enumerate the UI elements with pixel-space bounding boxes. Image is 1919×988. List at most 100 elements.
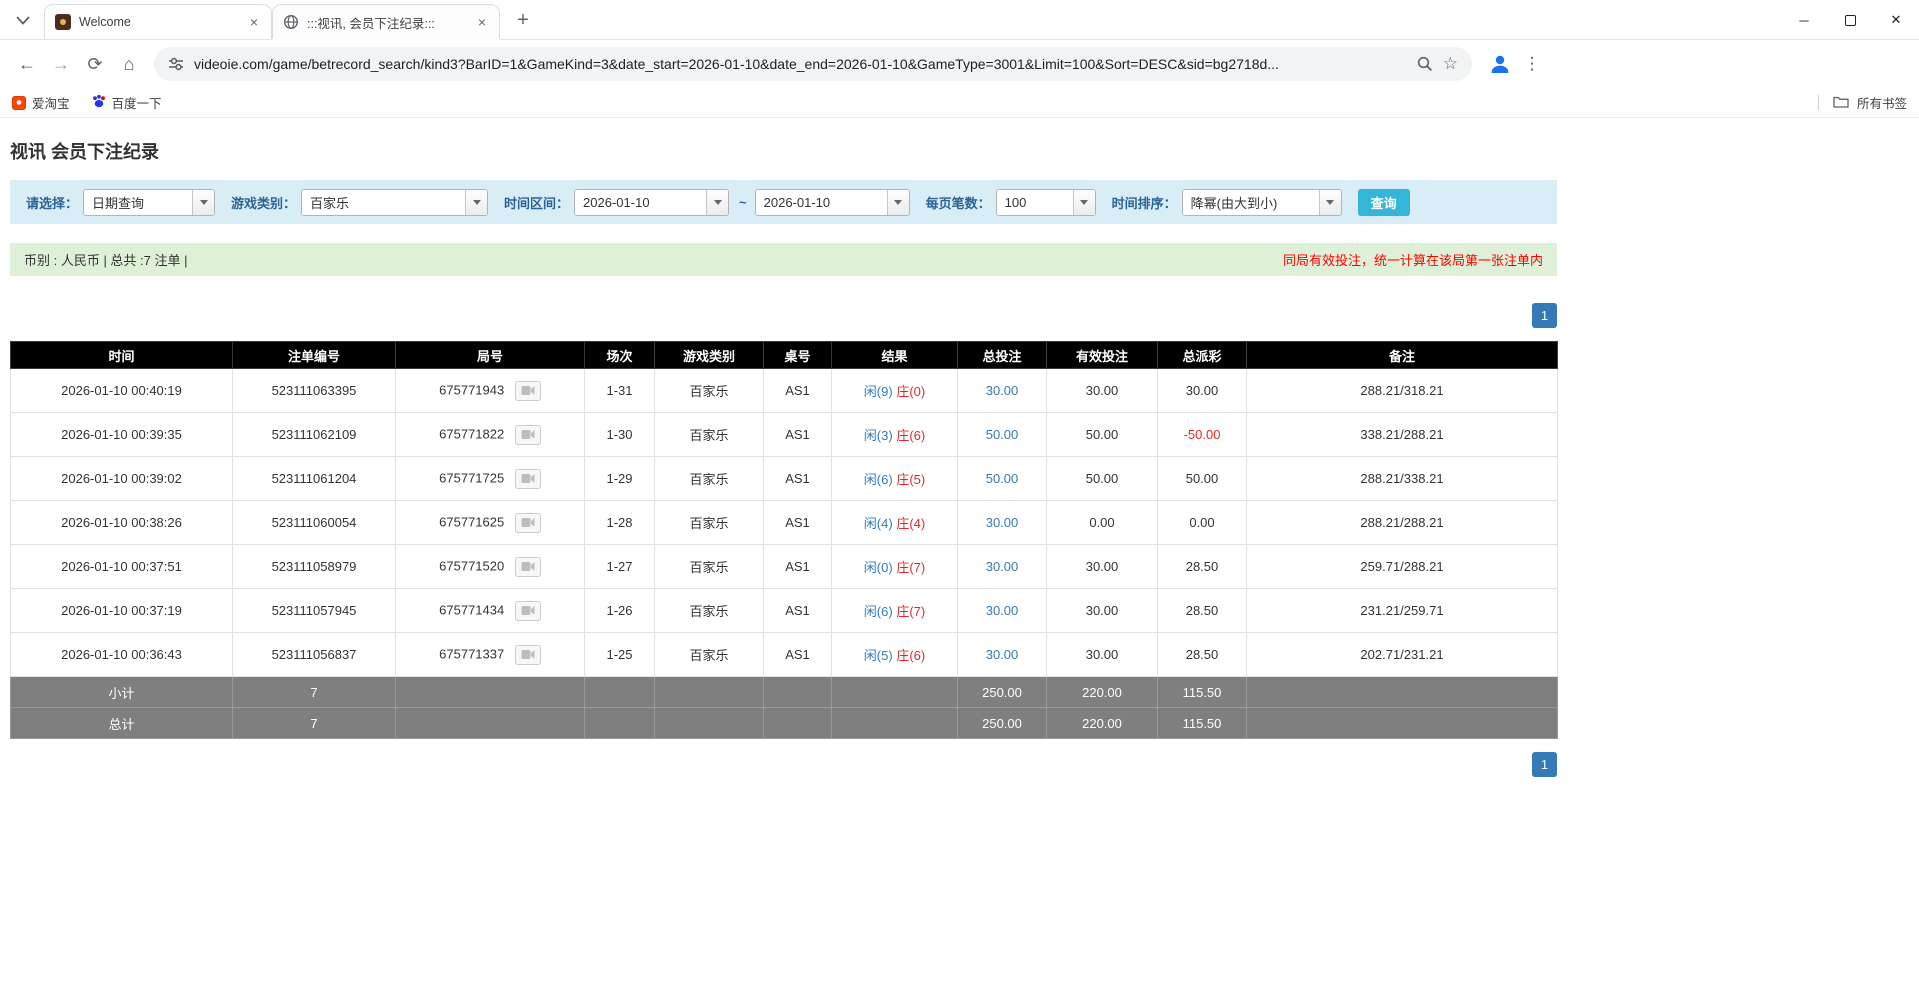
cell-round-no: 675771434 bbox=[396, 589, 585, 633]
result-player: 闲(6) bbox=[864, 472, 893, 487]
total-bet-link[interactable]: 30.00 bbox=[986, 559, 1019, 574]
browser-tab-betrecord[interactable]: :::视讯, 会员下注纪录::: × bbox=[272, 4, 500, 39]
chevron-down-icon[interactable] bbox=[1073, 190, 1095, 215]
per-page-input[interactable] bbox=[997, 190, 1073, 215]
cell-note: 259.71/288.21 bbox=[1247, 545, 1558, 589]
bookmark-baidu[interactable]: 百度一下 bbox=[92, 93, 162, 112]
date-end-input[interactable] bbox=[756, 190, 887, 215]
game-kind-label: 游戏类别： bbox=[231, 193, 296, 212]
filter-bar: 请选择： 游戏类别： 时间区间： ~ 每页笔数： 时间排序： bbox=[10, 180, 1557, 224]
video-replay-button[interactable] bbox=[515, 645, 541, 665]
cell-round-no: 675771943 bbox=[396, 369, 585, 413]
refresh-button[interactable]: ⟳ bbox=[78, 47, 112, 81]
profile-icon[interactable] bbox=[1486, 50, 1514, 78]
menu-icon[interactable]: ⋮ bbox=[1520, 50, 1544, 78]
all-bookmarks-label: 所有书签 bbox=[1857, 93, 1907, 112]
new-tab-button[interactable]: + bbox=[508, 5, 538, 35]
date-start-input[interactable] bbox=[575, 190, 706, 215]
home-button[interactable]: ⌂ bbox=[112, 47, 146, 81]
result-player: 闲(4) bbox=[864, 516, 893, 531]
footer-cell: 小计 bbox=[11, 677, 233, 708]
footer-cell bbox=[1247, 677, 1558, 708]
game-kind-input[interactable] bbox=[302, 190, 465, 215]
footer-cell: 总计 bbox=[11, 708, 233, 739]
cell-session: 1-27 bbox=[585, 545, 655, 589]
cell-bet-no: 523111060054 bbox=[233, 501, 396, 545]
cell-valid-bet: 0.00 bbox=[1047, 501, 1158, 545]
cell-total-bet: 50.00 bbox=[958, 457, 1047, 501]
video-replay-button[interactable] bbox=[515, 601, 541, 621]
result-banker: 庄(0) bbox=[896, 384, 925, 399]
video-replay-button[interactable] bbox=[515, 381, 541, 401]
total-bet-link[interactable]: 30.00 bbox=[986, 515, 1019, 530]
cell-payout: 28.50 bbox=[1158, 545, 1247, 589]
table-header-row: 时间注单编号局号场次游戏类别桌号结果总投注有效投注总派彩备注 bbox=[11, 342, 1558, 369]
footer-cell bbox=[585, 708, 655, 739]
tab-close-icon[interactable]: × bbox=[245, 13, 263, 31]
total-bet-link[interactable]: 50.00 bbox=[986, 427, 1019, 442]
column-header: 备注 bbox=[1247, 342, 1558, 369]
cell-table-no: AS1 bbox=[764, 589, 832, 633]
site-settings-icon[interactable] bbox=[168, 56, 184, 72]
cell-session: 1-29 bbox=[585, 457, 655, 501]
pagination-page-1[interactable]: 1 bbox=[1532, 303, 1557, 328]
sort-input[interactable] bbox=[1183, 190, 1319, 215]
total-bet-link[interactable]: 30.00 bbox=[986, 603, 1019, 618]
bookmark-star-icon[interactable]: ☆ bbox=[1443, 54, 1458, 74]
total-bet-link[interactable]: 30.00 bbox=[986, 647, 1019, 662]
total-bet-link[interactable]: 50.00 bbox=[986, 471, 1019, 486]
video-replay-button[interactable] bbox=[515, 557, 541, 577]
chevron-down-icon[interactable] bbox=[1319, 190, 1341, 215]
tab-close-icon[interactable]: × bbox=[473, 13, 491, 31]
video-replay-button[interactable] bbox=[515, 513, 541, 533]
tab-search-button[interactable] bbox=[6, 3, 40, 37]
result-banker: 庄(6) bbox=[896, 648, 925, 663]
select-type-input[interactable] bbox=[84, 190, 192, 215]
all-bookmarks[interactable]: 所有书签 bbox=[1818, 93, 1907, 112]
forward-button[interactable]: → bbox=[44, 47, 78, 81]
cell-note: 231.21/259.71 bbox=[1247, 589, 1558, 633]
cell-table-no: AS1 bbox=[764, 633, 832, 677]
cell-round-no: 675771725 bbox=[396, 457, 585, 501]
globe-favicon-icon bbox=[283, 14, 299, 30]
bet-row: 2026-01-10 00:36:43523111056837675771337… bbox=[11, 633, 1558, 677]
table-body: 2026-01-10 00:40:19523111063395675771943… bbox=[11, 369, 1558, 739]
bookmark-label: 爱淘宝 bbox=[32, 93, 70, 112]
total-bet-link[interactable]: 30.00 bbox=[986, 383, 1019, 398]
result-player: 闲(9) bbox=[864, 384, 893, 399]
bookmark-taobao[interactable]: 爱淘宝 bbox=[12, 93, 70, 112]
sort-combobox bbox=[1182, 189, 1342, 216]
chevron-down-icon[interactable] bbox=[465, 190, 487, 215]
footer-cell bbox=[396, 677, 585, 708]
pagination-page-1[interactable]: 1 bbox=[1532, 752, 1557, 777]
footer-cell bbox=[655, 708, 764, 739]
bookmark-label: 百度一下 bbox=[112, 93, 162, 112]
column-header: 有效投注 bbox=[1047, 342, 1158, 369]
back-button[interactable]: ← bbox=[10, 47, 44, 81]
url-text[interactable]: videoie.com/game/betrecord_search/kind3?… bbox=[194, 56, 1407, 72]
maximize-button[interactable] bbox=[1827, 0, 1873, 40]
footer-cell: 250.00 bbox=[958, 677, 1047, 708]
column-header: 时间 bbox=[11, 342, 233, 369]
url-bar[interactable]: videoie.com/game/betrecord_search/kind3?… bbox=[154, 47, 1472, 81]
chevron-down-icon[interactable] bbox=[192, 190, 214, 215]
chevron-down-icon[interactable] bbox=[706, 190, 728, 215]
zoom-icon[interactable] bbox=[1417, 56, 1433, 72]
window-close-button[interactable]: ✕ bbox=[1873, 0, 1919, 40]
cell-round-no: 675771337 bbox=[396, 633, 585, 677]
video-replay-button[interactable] bbox=[515, 425, 541, 445]
result-player: 闲(3) bbox=[864, 428, 893, 443]
cell-result: 闲(3) 庄(6) bbox=[832, 413, 958, 457]
game-kind-combobox bbox=[301, 189, 488, 216]
grand-total-row: 总计7250.00220.00115.50 bbox=[11, 708, 1558, 739]
footer-cell bbox=[396, 708, 585, 739]
browser-tab-welcome[interactable]: Welcome × bbox=[44, 4, 272, 39]
footer-cell bbox=[1247, 708, 1558, 739]
search-button[interactable]: 查询 bbox=[1358, 189, 1410, 216]
column-header: 总派彩 bbox=[1158, 342, 1247, 369]
minimize-button[interactable]: ─ bbox=[1781, 0, 1827, 40]
baidu-paw-icon bbox=[92, 94, 106, 111]
column-header: 游戏类别 bbox=[655, 342, 764, 369]
video-replay-button[interactable] bbox=[515, 469, 541, 489]
chevron-down-icon[interactable] bbox=[887, 190, 909, 215]
